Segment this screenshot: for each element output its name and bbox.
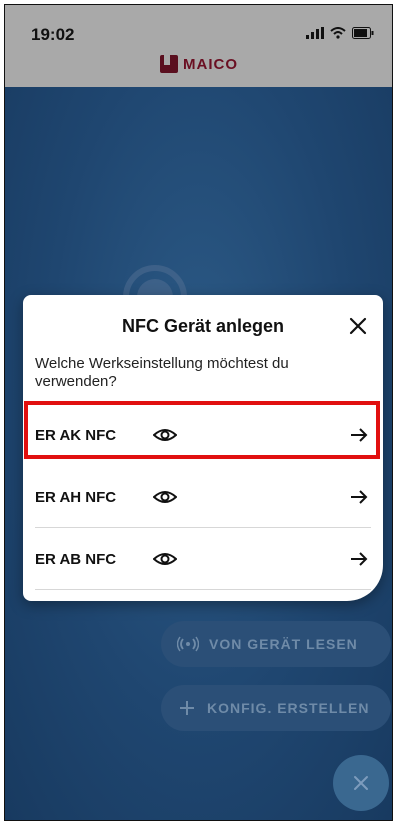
option-label: ER AH NFC [35,489,117,506]
close-icon[interactable] [347,315,369,337]
phone-screen: 19:02 MAICO NFC Gerät anlegen Welche Wer… [4,4,393,821]
option-er-ab-nfc[interactable]: ER AB NFC [35,529,371,590]
option-label: ER AK NFC [35,427,117,444]
status-icons [306,27,374,39]
option-er-ah-nfc[interactable]: ER AH NFC [35,467,371,528]
eye-icon[interactable] [153,549,177,569]
dialog-question: Welche Werkseinstellung möchtest du verw… [35,355,289,390]
plus-icon [180,701,194,715]
nfc-signal-icon [177,636,199,652]
signal-icon [306,27,324,39]
brand-logo: MAICO [160,55,238,73]
option-er-ak-nfc[interactable]: ER AK NFC [35,405,371,465]
battery-icon [352,27,374,39]
create-config-label: KONFIG. ERSTELLEN [207,700,370,716]
eye-icon[interactable] [153,425,177,445]
arrow-right-icon[interactable] [349,549,369,569]
wifi-icon [330,27,346,39]
logo-text: MAICO [183,55,238,73]
arrow-right-icon[interactable] [349,487,369,507]
close-fab-button[interactable] [333,755,389,811]
app-header: 19:02 MAICO [5,5,392,87]
read-from-device-button[interactable]: VON GERÄT LESEN [161,621,391,667]
read-from-device-label: VON GERÄT LESEN [209,636,358,652]
nfc-dialog: NFC Gerät anlegen Welche Werkseinstellun… [23,295,383,601]
status-time: 19:02 [31,25,75,44]
create-config-button[interactable]: KONFIG. ERSTELLEN [161,685,391,731]
logo-mark-icon [160,55,178,73]
eye-icon[interactable] [153,487,177,507]
arrow-right-icon[interactable] [349,425,369,445]
option-label: ER AB NFC [35,551,117,568]
close-icon [354,776,368,790]
dialog-title: NFC Gerät anlegen [121,316,285,336]
